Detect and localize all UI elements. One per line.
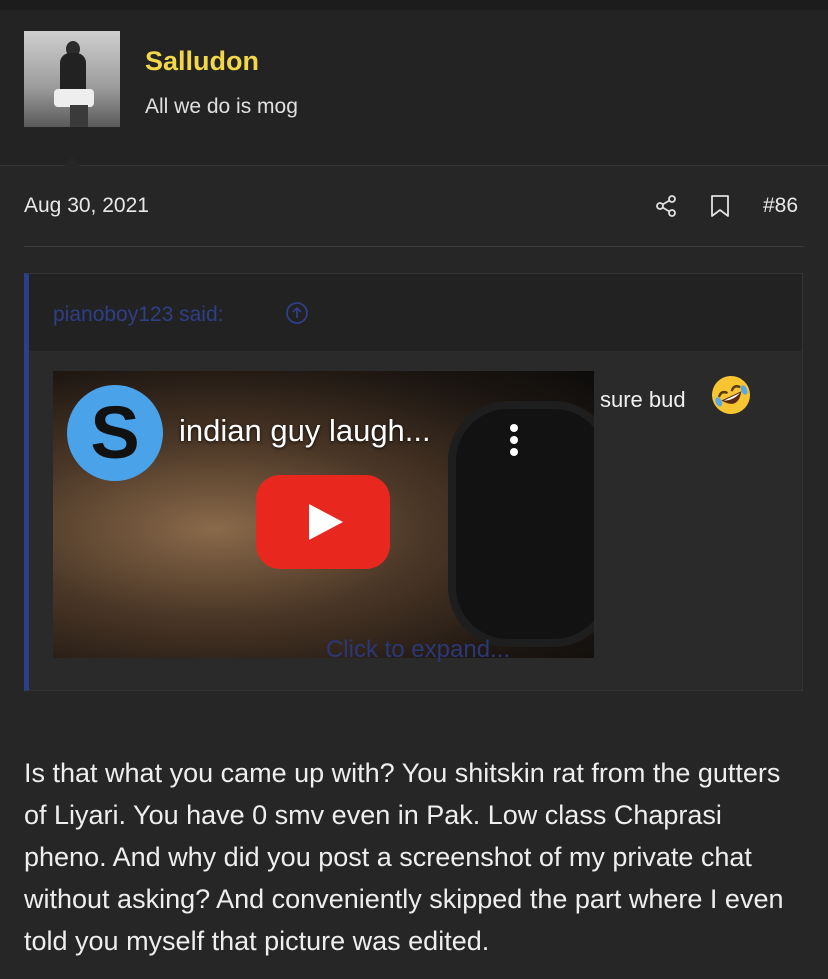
post-body-text: Is that what you came up with? You shits…	[24, 758, 784, 956]
jump-to-quote-icon[interactable]	[285, 301, 309, 325]
video-thumbnail-headphone	[448, 401, 594, 647]
share-icon[interactable]	[654, 194, 678, 218]
top-bar	[0, 0, 828, 10]
quote-header: pianoboy123 said:	[29, 274, 802, 351]
post-number-link[interactable]: #86	[763, 194, 798, 218]
rolling-on-floor-laughing-emoji-icon	[712, 376, 750, 414]
play-button[interactable]	[256, 475, 390, 569]
play-icon	[309, 504, 343, 540]
header-notch	[58, 156, 86, 175]
divider	[24, 246, 804, 247]
quote-text: sure bud	[600, 387, 686, 412]
post-date[interactable]: Aug 30, 2021	[24, 194, 149, 218]
youtube-embed[interactable]: S indian guy laugh...	[53, 371, 594, 658]
expand-quote-link[interactable]: Click to expand...	[29, 636, 807, 664]
avatar-figure-stool	[70, 105, 88, 127]
quote-author-link[interactable]: pianoboy123 said:	[53, 303, 223, 327]
avatar[interactable]	[24, 31, 120, 127]
username-link[interactable]: Salludon	[145, 46, 259, 77]
channel-logo[interactable]: S	[67, 385, 163, 481]
quote-block: pianoboy123 said: S indian guy laugh... …	[24, 273, 803, 691]
more-vertical-icon[interactable]	[508, 423, 520, 457]
video-title[interactable]: indian guy laugh...	[179, 413, 431, 449]
user-title: All we do is mog	[145, 95, 298, 118]
user-header: Salludon All we do is mog	[0, 10, 828, 175]
bookmark-icon[interactable]	[709, 194, 731, 218]
